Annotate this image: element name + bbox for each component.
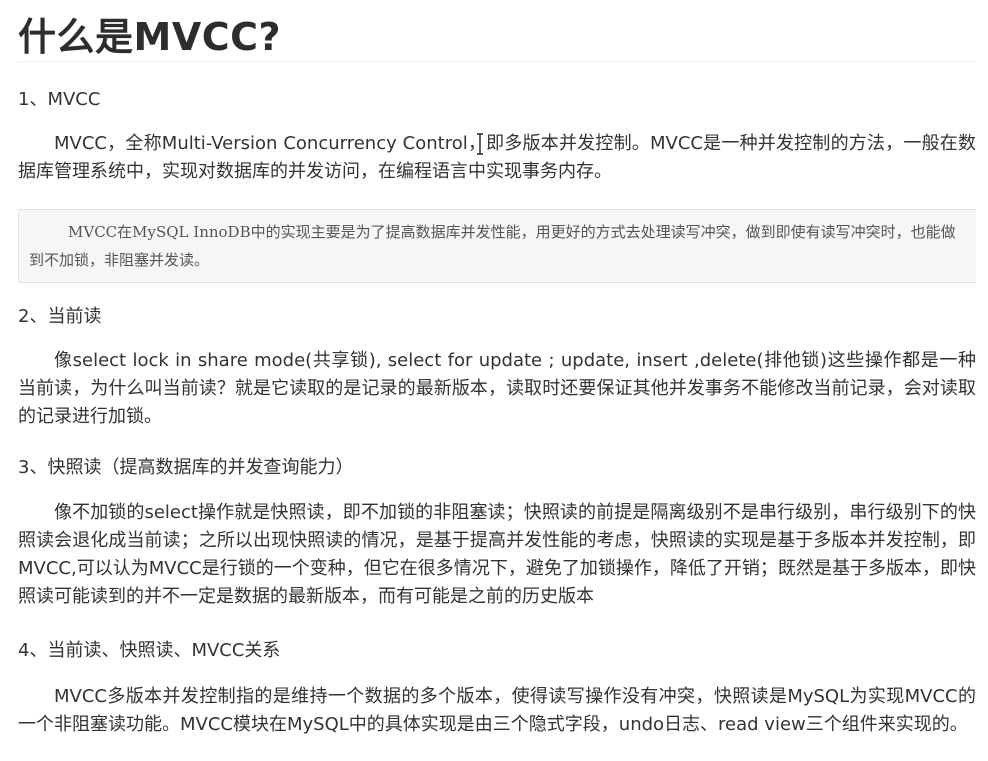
section-heading-snapshot-read: 3、快照读（提高数据库的并发查询能力） (18, 457, 354, 478)
article-page: 什么是MVCC? 1、MVCC MVCC，全称Multi-Version Con… (18, 0, 976, 761)
section-heading-mvcc: 1、MVCC (18, 89, 101, 110)
quote-block-innodb: MVCC在MySQL InnoDB中的实现主要是为了提高数据库并发性能，用更好的… (18, 209, 976, 283)
paragraph-snapshot-read: 像不加锁的select操作就是快照读，即不加锁的非阻塞读；快照读的前提是隔离级别… (18, 502, 976, 607)
paragraph-current-read: 像select lock in share mode(共享锁), select … (18, 350, 976, 427)
paragraph-relationship: MVCC多版本并发控制指的是维持一个数据的多个版本，使得读写操作没有冲突，快照读… (18, 686, 976, 735)
section-heading-current-read: 2、当前读 (18, 306, 102, 327)
paragraph-mvcc-definition: MVCC，全称Multi-Version Concurrency Control… (18, 133, 976, 182)
page-title: 什么是MVCC? (18, 0, 976, 62)
section-heading-relationship: 4、当前读、快照读、MVCC关系 (18, 640, 281, 661)
text-cursor-icon (477, 133, 483, 155)
